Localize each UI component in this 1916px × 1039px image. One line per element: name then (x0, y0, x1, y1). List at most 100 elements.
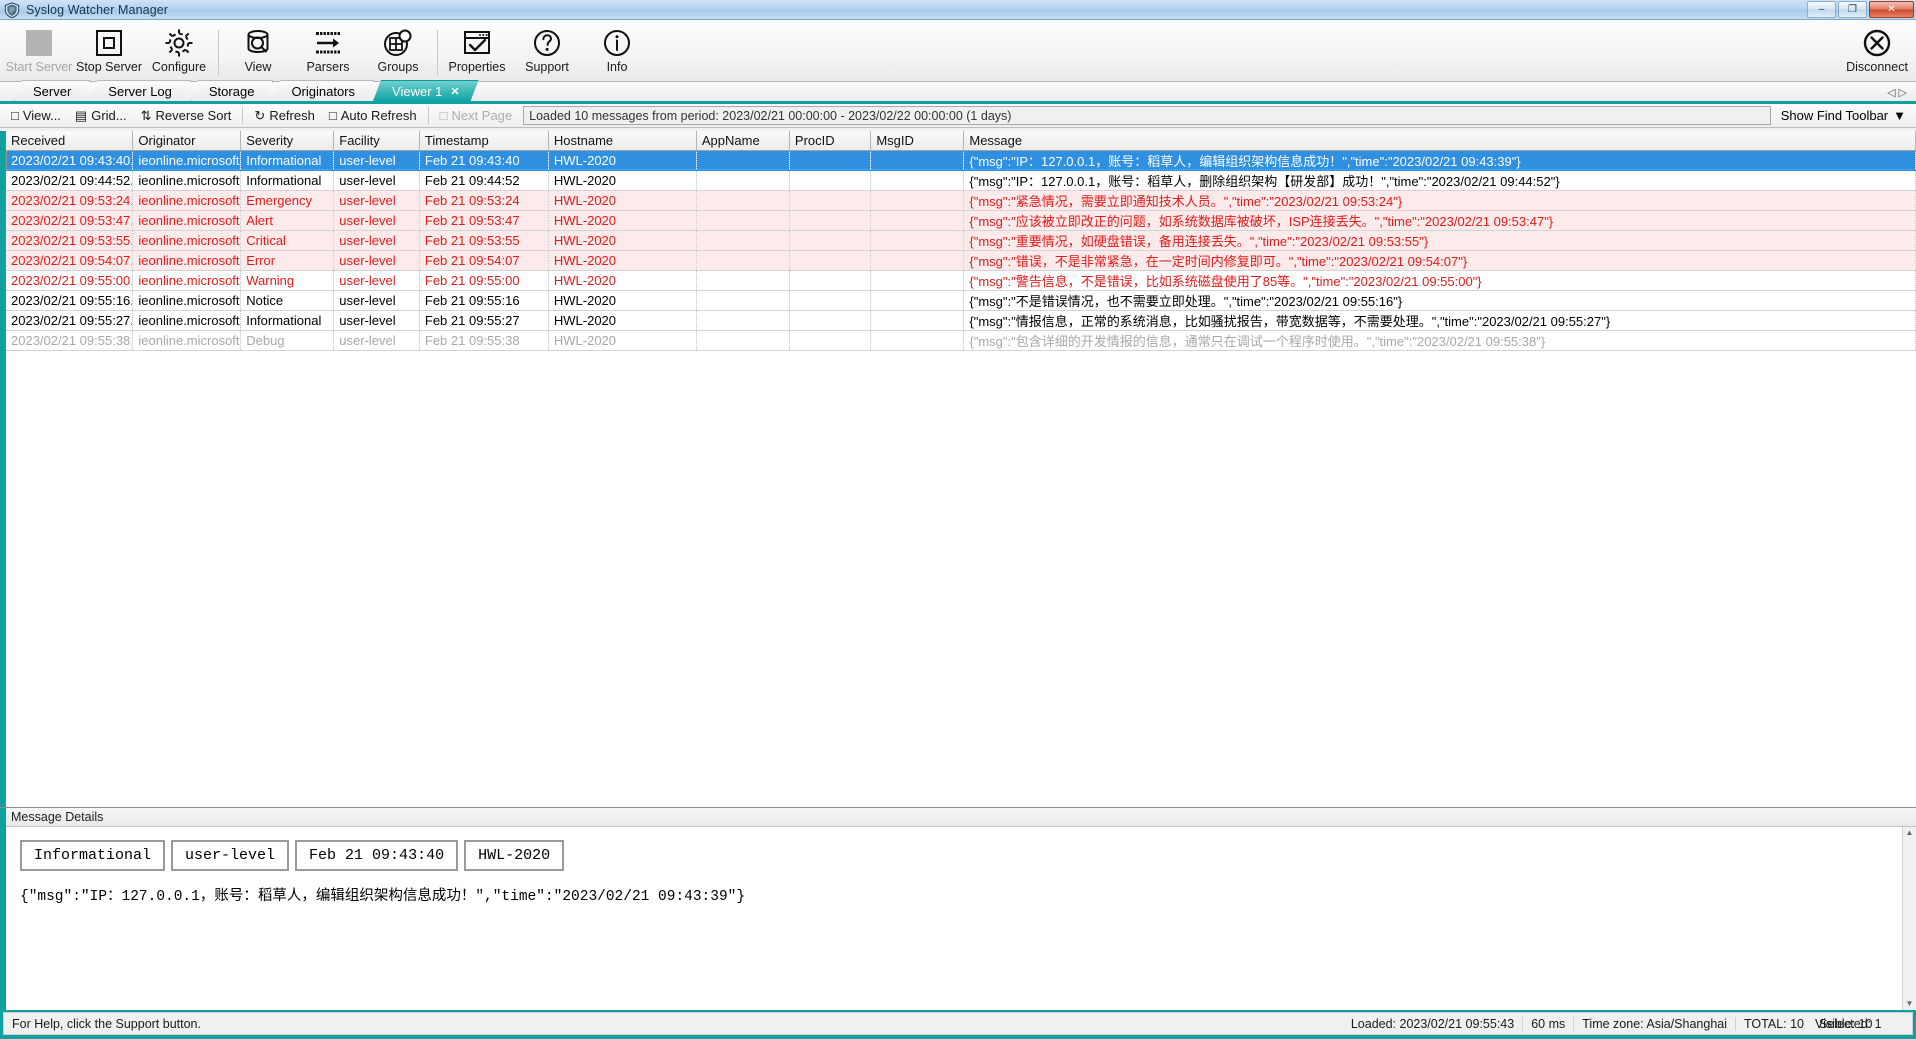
parsers-button[interactable]: Parsers (293, 20, 363, 80)
info-circle-icon (600, 26, 634, 60)
column-header-timestamp[interactable]: Timestamp (419, 131, 548, 150)
cell-originator: ieonline.microsoft.com (133, 270, 241, 290)
properties-button[interactable]: Properties (442, 20, 512, 80)
scroll-down-icon[interactable]: ▼ (1906, 998, 1914, 1010)
filterbar-separator-2 (428, 107, 429, 124)
scroll-up-icon[interactable]: ▲ (1906, 827, 1914, 839)
support-button[interactable]: Support (512, 20, 582, 80)
message-table-body: 2023/02/21 09:43:40....ieonline.microsof… (6, 150, 1916, 350)
view-options-button[interactable]: □ View... (4, 106, 68, 125)
cell-msgid (871, 250, 964, 270)
cell-appname (696, 170, 789, 190)
cell-hostname: HWL-2020 (548, 230, 696, 250)
refresh-button[interactable]: ↻ Refresh (247, 106, 321, 126)
cell-received: 2023/02/21 09:55:27.... (6, 310, 133, 330)
table-row[interactable]: 2023/02/21 09:44:52....ieonline.microsof… (6, 170, 1916, 190)
info-button[interactable]: Info (582, 20, 652, 80)
cell-msgid (871, 330, 964, 350)
cell-severity: Debug (241, 330, 334, 350)
cell-received: 2023/02/21 09:55:16.... (6, 290, 133, 310)
disconnect-button[interactable]: Disconnect (1842, 20, 1912, 80)
cell-procid (789, 330, 870, 350)
column-header-msgid[interactable]: MsgID (871, 131, 964, 150)
tab-storage[interactable]: Storage (190, 80, 274, 101)
info-label: Info (607, 61, 628, 74)
column-header-appname[interactable]: AppName (696, 131, 789, 150)
cell-timestamp: Feb 21 09:53:24 (419, 190, 548, 210)
table-row[interactable]: 2023/02/21 09:53:55....ieonline.microsof… (6, 230, 1916, 250)
details-chip-hostname: HWL-2020 (464, 840, 564, 871)
column-header-facility[interactable]: Facility (334, 131, 420, 150)
next-page-label: Next Page (451, 108, 512, 123)
tab-server[interactable]: Server (14, 80, 90, 101)
table-row[interactable]: 2023/02/21 09:55:00....ieonline.microsof… (6, 270, 1916, 290)
status-timezone: Time zone: Asia/Shanghai (1573, 1017, 1735, 1031)
cell-message: {"msg":"情报信息，正常的系统消息，比如骚扰报告，带宽数据等，不需要处理。… (964, 310, 1916, 330)
status-right-group: Loaded: 2023/02/21 09:55:43 60 ms Time z… (1343, 1017, 1908, 1031)
table-row[interactable]: 2023/02/21 09:43:40....ieonline.microsof… (6, 150, 1916, 170)
reverse-sort-button[interactable]: ⇅ Reverse Sort (134, 106, 239, 126)
table-row[interactable]: 2023/02/21 09:53:47....ieonline.microsof… (6, 210, 1916, 230)
tab-close-icon[interactable]: ✕ (450, 85, 459, 98)
restore-button[interactable]: ❐ (1838, 1, 1867, 18)
column-header-originator[interactable]: Originator (133, 131, 241, 150)
details-chip-severity: Informational (20, 840, 165, 871)
show-find-toolbar-button[interactable]: Show Find Toolbar ▼ (1775, 108, 1912, 123)
window-controls: – ❐ ✕ (1807, 1, 1914, 18)
stop-server-button[interactable]: Stop Server (74, 20, 144, 80)
tab-server-log[interactable]: Server Log (89, 80, 191, 101)
status-loaded: Loaded: 2023/02/21 09:55:43 (1343, 1017, 1522, 1031)
column-header-hostname[interactable]: Hostname (548, 131, 696, 150)
close-circle-icon (1860, 26, 1894, 60)
load-status-field: Loaded 10 messages from period: 2023/02/… (523, 106, 1771, 125)
table-row[interactable]: 2023/02/21 09:53:24....ieonline.microsof… (6, 190, 1916, 210)
cell-received: 2023/02/21 09:55:38.... (6, 330, 133, 350)
title-bar: Syslog Watcher Manager – ❐ ✕ (0, 0, 1916, 20)
view-label: View (245, 61, 272, 74)
cell-appname (696, 150, 789, 170)
cell-appname (696, 270, 789, 290)
auto-refresh-toggle[interactable]: □ Auto Refresh (322, 106, 424, 125)
cell-message: {"msg":"不是错误情况，也不需要立即处理。","time":"2023/0… (964, 290, 1916, 310)
tab-viewer-1[interactable]: Viewer 1 ✕ (373, 80, 479, 101)
viewer-toolbar: □ View... ▤ Grid... ⇅ Reverse Sort ↻ Ref… (0, 104, 1916, 128)
minimize-button[interactable]: – (1807, 1, 1836, 18)
table-row[interactable]: 2023/02/21 09:54:07....ieonline.microsof… (6, 250, 1916, 270)
tab-strip: Server Server Log Storage Originators Vi… (0, 82, 1916, 104)
next-page-button[interactable]: □ Next Page (433, 106, 520, 125)
tab-nav-prev-icon[interactable]: ◁ (1887, 87, 1898, 99)
cell-timestamp: Feb 21 09:55:27 (419, 310, 548, 330)
message-details-panel: Message Details Informational user-level… (0, 807, 1916, 1010)
table-row[interactable]: 2023/02/21 09:55:38....ieonline.microsof… (6, 330, 1916, 350)
grid-options-label: Grid... (91, 108, 126, 123)
cell-hostname: HWL-2020 (548, 330, 696, 350)
cell-severity: Warning (241, 270, 334, 290)
column-header-severity[interactable]: Severity (241, 131, 334, 150)
configure-label: Configure (152, 61, 206, 74)
cell-received: 2023/02/21 09:54:07.... (6, 250, 133, 270)
cell-hostname: HWL-2020 (548, 250, 696, 270)
cell-message: {"msg":"警告信息，不是错误，比如系统磁盘使用了85等。","time":… (964, 270, 1916, 290)
configure-button[interactable]: Configure (144, 20, 214, 80)
auto-refresh-label: Auto Refresh (341, 108, 417, 123)
tab-originators[interactable]: Originators (272, 80, 374, 101)
table-header-row: Received Originator Severity Facility Ti… (6, 131, 1916, 150)
column-header-message[interactable]: Message (964, 131, 1916, 150)
cell-originator: ieonline.microsoft.com (133, 150, 241, 170)
groups-button[interactable]: Groups (363, 20, 433, 80)
tab-nav-next-icon[interactable]: ▷ (1899, 87, 1910, 99)
view-button[interactable]: View (223, 20, 293, 80)
column-header-procid[interactable]: ProcID (789, 131, 870, 150)
tab-label: Originators (291, 84, 355, 99)
refresh-label: Refresh (269, 108, 315, 123)
start-server-button[interactable]: Start Server (4, 20, 74, 80)
details-vertical-scrollbar[interactable]: ▲ ▼ (1902, 827, 1916, 1010)
cell-appname (696, 310, 789, 330)
message-grid[interactable]: Received Originator Severity Facility Ti… (6, 131, 1916, 807)
cell-facility: user-level (334, 310, 420, 330)
table-row[interactable]: 2023/02/21 09:55:27....ieonline.microsof… (6, 310, 1916, 330)
table-row[interactable]: 2023/02/21 09:55:16....ieonline.microsof… (6, 290, 1916, 310)
close-button[interactable]: ✕ (1869, 1, 1914, 18)
column-header-received[interactable]: Received (6, 131, 133, 150)
grid-options-button[interactable]: ▤ Grid... (68, 106, 134, 126)
